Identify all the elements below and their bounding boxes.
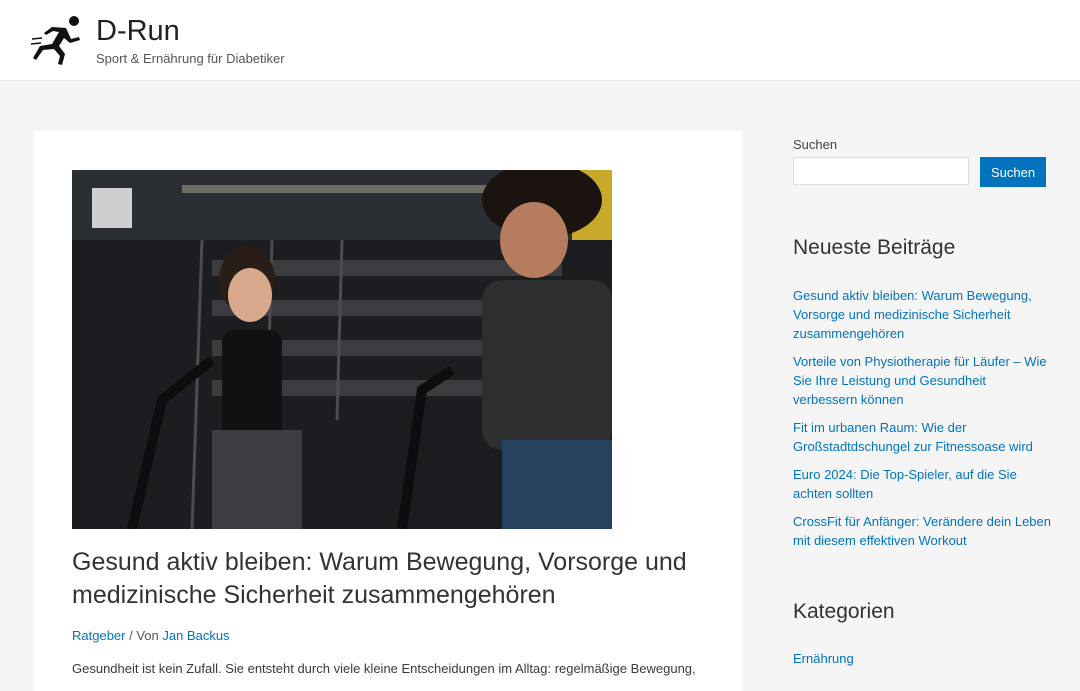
list-item: Euro 2024: Die Top-Spieler, auf die Sie … <box>793 465 1053 503</box>
list-item: Ernährung <box>793 650 854 668</box>
post-meta: Ratgeber / Von Jan Backus <box>72 628 230 643</box>
list-item: Gesund aktiv bleiben: Warum Bewegung, Vo… <box>793 286 1053 343</box>
categories-title: Kategorien <box>793 600 895 623</box>
site-title[interactable]: D-Run <box>96 14 180 48</box>
site-header: D-Run Sport & Ernährung für Diabetiker <box>0 0 1080 81</box>
recent-posts-title: Neueste Beiträge <box>793 236 956 259</box>
post-title[interactable]: Gesund aktiv bleiben: Warum Bewegung, Vo… <box>72 546 712 612</box>
category-link[interactable]: Ernährung <box>793 651 854 666</box>
post-category-link[interactable]: Ratgeber <box>72 628 125 643</box>
post-author-link[interactable]: Jan Backus <box>162 628 229 643</box>
article-card: Gesund aktiv bleiben: Warum Bewegung, Vo… <box>34 131 742 691</box>
runner-icon[interactable] <box>30 14 86 66</box>
list-item: CrossFit für Anfänger: Verändere dein Le… <box>793 512 1053 550</box>
post-excerpt: Gesundheit ist kein Zufall. Sie entsteht… <box>72 661 696 676</box>
recent-post-link[interactable]: Gesund aktiv bleiben: Warum Bewegung, Vo… <box>793 288 1032 341</box>
search-label: Suchen <box>793 137 838 152</box>
recent-posts-list: Gesund aktiv bleiben: Warum Bewegung, Vo… <box>793 286 1053 559</box>
recent-post-link[interactable]: CrossFit für Anfänger: Verändere dein Le… <box>793 514 1051 548</box>
recent-post-link[interactable]: Vorteile von Physiotherapie für Läufer –… <box>793 354 1047 407</box>
site-tagline: Sport & Ernährung für Diabetiker <box>96 51 285 66</box>
search-input[interactable] <box>793 157 969 185</box>
list-item: Vorteile von Physiotherapie für Läufer –… <box>793 352 1053 409</box>
meta-separator: / Von <box>125 628 163 643</box>
gym-bikes-photo <box>72 170 612 529</box>
list-item: Fit im urbanen Raum: Wie der Großstadtds… <box>793 418 1053 456</box>
search-button[interactable]: Suchen <box>980 157 1046 187</box>
featured-image[interactable] <box>72 170 612 529</box>
recent-post-link[interactable]: Euro 2024: Die Top-Spieler, auf die Sie … <box>793 467 1017 501</box>
recent-post-link[interactable]: Fit im urbanen Raum: Wie der Großstadtds… <box>793 420 1033 454</box>
categories-list: Ernährung <box>793 650 854 668</box>
